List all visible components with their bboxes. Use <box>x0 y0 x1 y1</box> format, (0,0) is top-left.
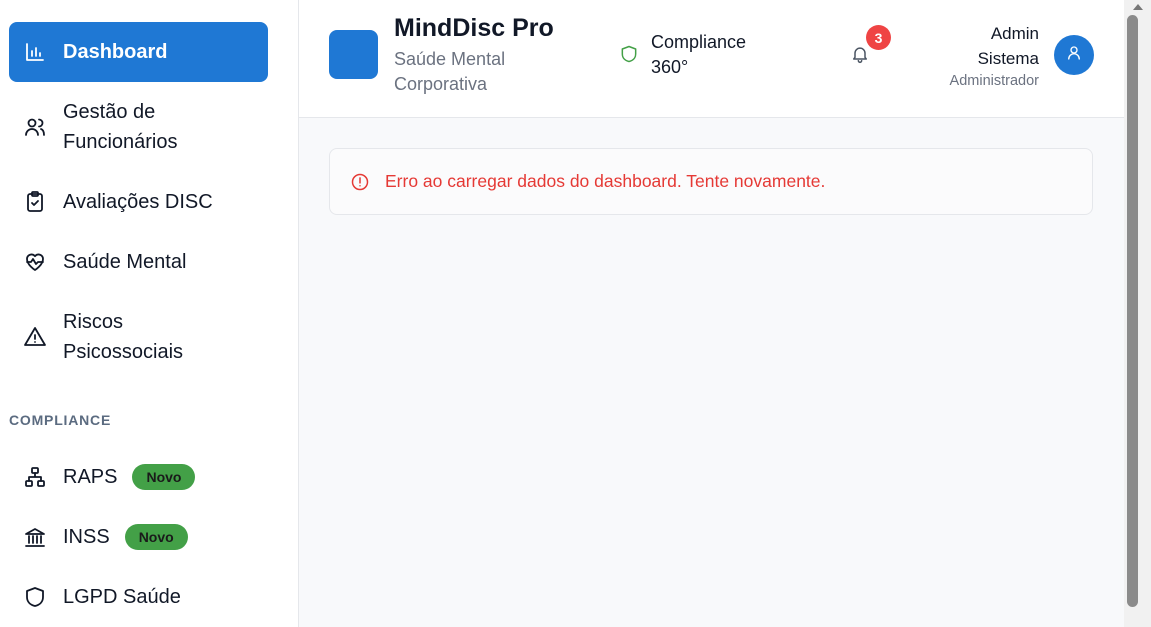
sidebar-item-label: RAPS <box>63 466 118 488</box>
alert-circle-icon <box>350 172 370 192</box>
brand-subtitle: Saúde Mental Corporativa <box>394 49 506 94</box>
scroll-up-arrow-icon[interactable] <box>1133 4 1143 10</box>
new-badge: Novo <box>124 524 188 550</box>
shield-icon <box>619 43 639 70</box>
top-header: MindDisc Pro Saúde Mental Corporativa Co… <box>299 0 1124 118</box>
sidebar-item-label: LGPD Saúde <box>63 586 181 608</box>
scrollbar-thumb[interactable] <box>1127 15 1138 607</box>
bank-icon <box>23 525 47 549</box>
notifications-button[interactable] <box>850 44 872 66</box>
sidebar-item-riscos-psicossociais[interactable]: Riscos Psicossociais <box>9 306 268 368</box>
sidebar-item-label: INSS <box>63 526 110 548</box>
sidebar-item-avaliacoes-disc[interactable]: Avaliações DISC <box>9 172 268 232</box>
bell-icon <box>850 47 870 68</box>
sidebar-item-label: Avaliações DISC <box>63 191 213 213</box>
sidebar: Dashboard Gestão de Funcionários Avaliaç… <box>0 0 299 627</box>
users-icon <box>23 115 47 139</box>
new-badge: Novo <box>132 464 196 490</box>
user-role: Administrador <box>949 73 1039 89</box>
vertical-scrollbar[interactable] <box>1124 0 1151 627</box>
sidebar-item-raps[interactable]: RAPS Novo <box>9 447 268 507</box>
network-icon <box>23 465 47 489</box>
sidebar-item-lgpd-saude[interactable]: LGPD Saúde <box>9 567 268 627</box>
sidebar-item-inss[interactable]: INSS Novo <box>9 507 268 567</box>
brand-title: MindDisc Pro <box>394 14 554 42</box>
user-icon <box>1065 44 1083 67</box>
shield-icon <box>23 585 47 609</box>
sidebar-item-gestao-funcionarios[interactable]: Gestão de Funcionários <box>9 96 268 158</box>
notification-count-badge: 3 <box>866 25 891 50</box>
user-name: Admin Sistema <box>977 24 1039 68</box>
sidebar-item-label: Dashboard <box>63 41 168 63</box>
section-title-compliance: COMPLIANCE <box>9 412 112 428</box>
sidebar-item-saude-mental[interactable]: Saúde Mental <box>9 232 268 292</box>
heart-pulse-icon <box>23 250 47 274</box>
main-content: Erro ao carregar dados do dashboard. Ten… <box>299 118 1124 627</box>
clipboard-check-icon <box>23 190 47 214</box>
user-info: Admin Sistema Administrador <box>939 21 1039 91</box>
alert-triangle-icon <box>23 325 47 349</box>
error-message: Erro ao carregar dados do dashboard. Ten… <box>385 171 826 191</box>
sidebar-item-label: Riscos Psicossociais <box>63 311 184 363</box>
compliance-indicator: Compliance 360° <box>619 30 761 80</box>
sidebar-item-dashboard[interactable]: Dashboard <box>9 22 268 82</box>
sidebar-item-label: Saúde Mental <box>63 251 187 273</box>
app-logo <box>329 30 378 79</box>
error-alert: Erro ao carregar dados do dashboard. Ten… <box>329 148 1093 215</box>
sidebar-item-label: Gestão de Funcionários <box>63 101 178 153</box>
compliance-label: Compliance 360° <box>651 32 747 77</box>
bar-chart-icon <box>23 40 47 64</box>
user-avatar[interactable] <box>1054 35 1094 75</box>
